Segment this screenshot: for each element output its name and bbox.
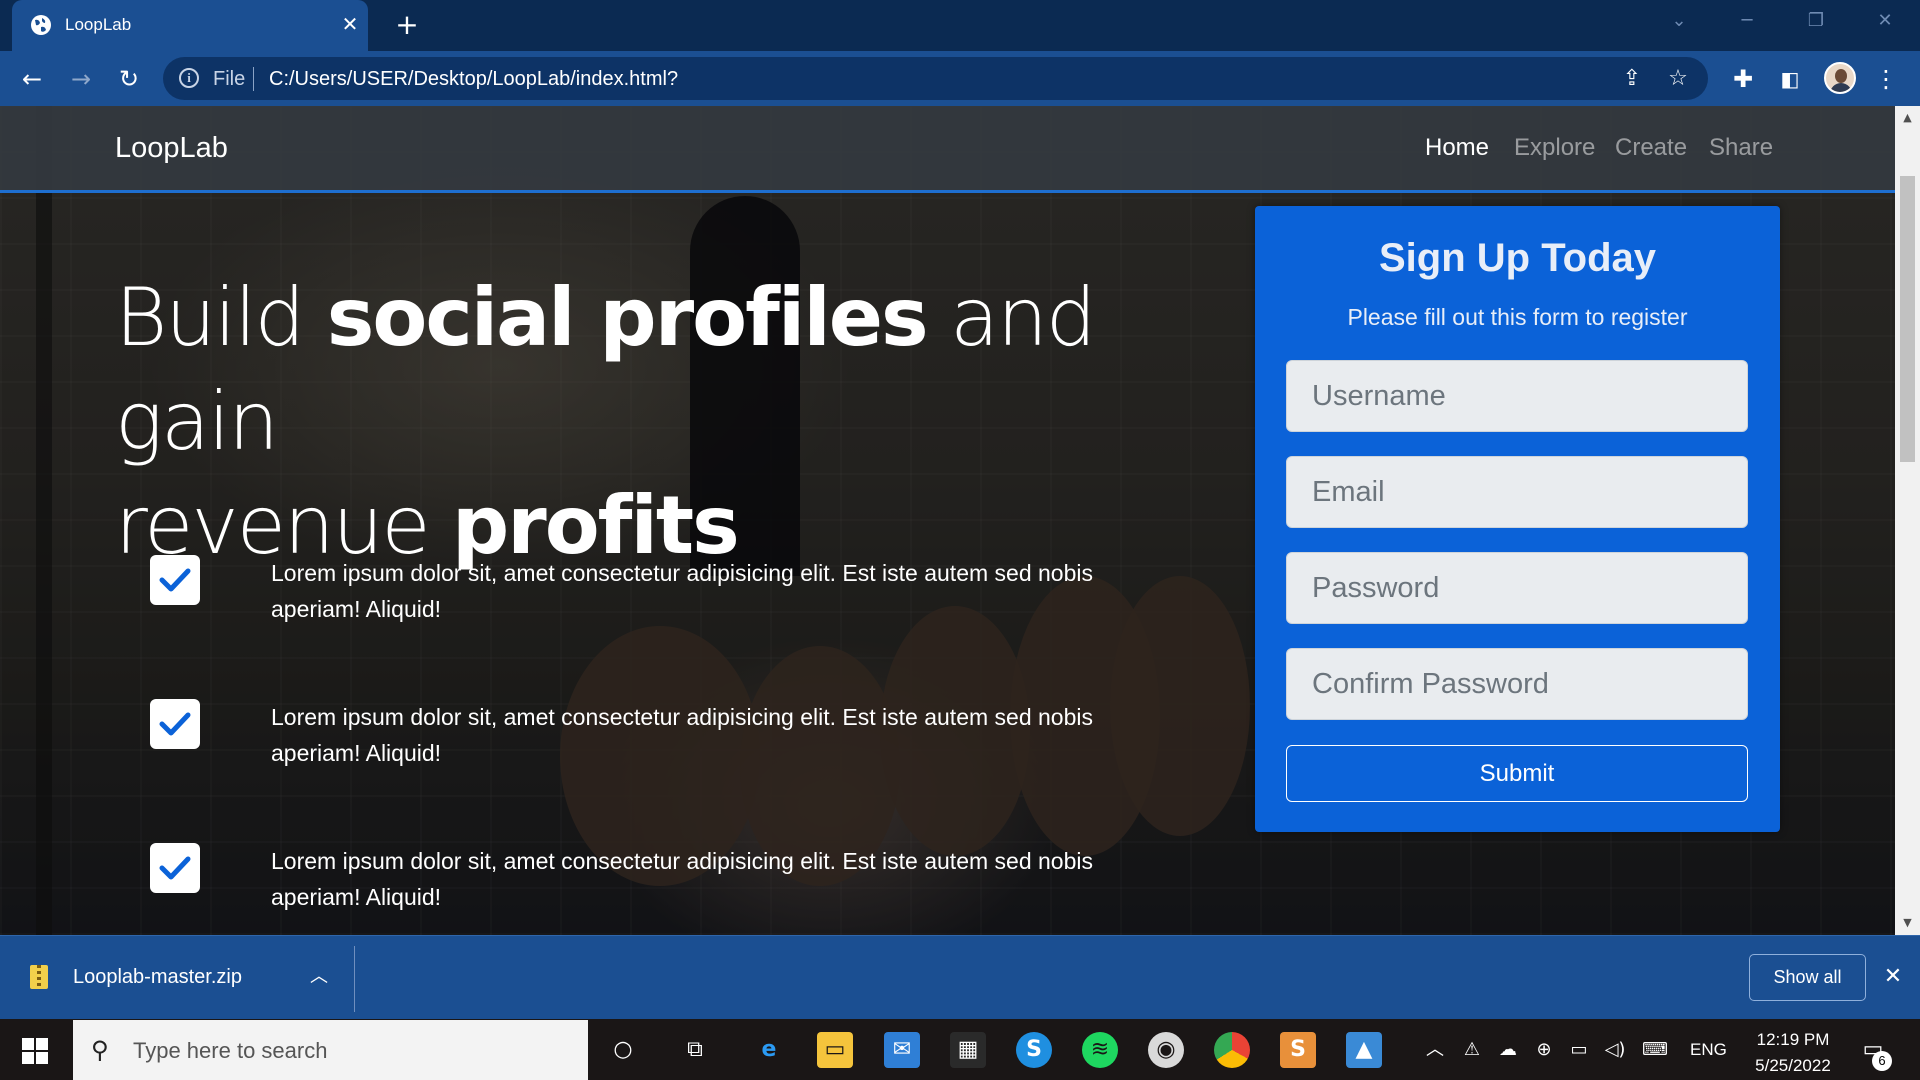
tray-chevron-icon[interactable]: ︿ (1422, 1037, 1448, 1063)
keyboard-icon[interactable]: ⌨ (1642, 1037, 1668, 1063)
search-icon: ⚲ (91, 1036, 109, 1064)
feature-text: Lorem ipsum dolor sit, amet consectetur … (271, 560, 1093, 622)
taskbar-search-box[interactable]: ⚲ Type here to search (73, 1020, 588, 1080)
spotify-icon[interactable]: ≋ (1082, 1032, 1118, 1068)
password-field[interactable] (1286, 552, 1748, 624)
clock-date: 5/25/2022 (1755, 1056, 1831, 1075)
photos-icon[interactable]: ▲ (1346, 1032, 1382, 1068)
file-explorer-icon[interactable]: ▭ (817, 1032, 853, 1068)
site-navbar: LoopLab Home Explore Create Share (0, 106, 1895, 193)
zip-file-icon (30, 965, 48, 989)
feature-text: Lorem ipsum dolor sit, amet consectetur … (271, 848, 1093, 910)
forward-arrow-icon[interactable]: → (65, 63, 97, 95)
username-field[interactable] (1286, 360, 1748, 432)
shelf-divider (354, 946, 355, 1012)
taskbar-clock[interactable]: 12:19 PM 5/25/2022 (1738, 1027, 1848, 1079)
avatar-body (1830, 83, 1852, 92)
tab-title: LoopLab (65, 15, 132, 34)
sublime-text-icon[interactable]: S (1280, 1032, 1316, 1068)
scroll-down-icon[interactable]: ▼ (1895, 913, 1920, 933)
onedrive-icon[interactable]: ☁ (1495, 1037, 1521, 1063)
browser-tabstrip: LoopLab ✕ + ⌄ ─ ❐ ✕ (0, 0, 1920, 51)
bookmark-star-icon[interactable]: ☆ (1665, 66, 1691, 92)
skype-icon[interactable]: S (1016, 1032, 1052, 1068)
store-icon[interactable]: ▦ (950, 1032, 986, 1068)
task-view-icon[interactable]: ⧉ (677, 1032, 713, 1068)
nav-link-share[interactable]: Share (1709, 134, 1773, 162)
signup-subtitle: Please fill out this form to register (1347, 304, 1688, 330)
signup-title: Sign Up Today (1378, 236, 1657, 280)
windows-start-icon[interactable] (22, 1038, 48, 1064)
address-bar[interactable]: i File C:/Users/USER/Desktop/LoopLab/ind… (163, 57, 1708, 100)
browser-toolbar: ← → ↻ i File C:/Users/USER/Desktop/LoopL… (0, 51, 1920, 106)
chevron-up-icon[interactable]: ︿ (306, 964, 332, 990)
language-indicator[interactable]: ENG (1690, 1040, 1727, 1060)
notification-badge: 6 (1872, 1051, 1892, 1071)
volume-icon[interactable]: ◁) (1602, 1037, 1628, 1063)
nav-link-explore[interactable]: Explore (1514, 134, 1595, 162)
feature-item: Lorem ipsum dolor sit, amet consectetur … (150, 555, 1150, 635)
page-viewport: LoopLab Home Explore Create Share Build … (0, 106, 1895, 935)
feature-item: Lorem ipsum dolor sit, amet consectetur … (150, 843, 1150, 923)
menu-kebab-icon[interactable]: ⋮ (1870, 63, 1902, 95)
hero-text: Build (115, 271, 327, 364)
checkmark-icon (150, 843, 200, 893)
checkmark-icon (150, 699, 200, 749)
signup-form: Sign Up Today Please fill out this form … (1255, 206, 1780, 832)
feature-item: Lorem ipsum dolor sit, amet consectetur … (150, 699, 1150, 779)
share-icon[interactable]: ⇪ (1619, 66, 1645, 92)
scroll-up-icon[interactable]: ▲ (1895, 108, 1920, 128)
close-window-button[interactable]: ✕ (1865, 6, 1905, 36)
hero-text-bold: social profiles (326, 271, 929, 364)
search-placeholder: Type here to search (133, 1038, 328, 1063)
network-icon[interactable]: ⊕ (1531, 1037, 1557, 1063)
site-brand[interactable]: LoopLab (115, 132, 228, 165)
email-field[interactable] (1286, 456, 1748, 528)
tab-search-icon[interactable]: ⌄ (1659, 6, 1699, 36)
avatar-head (1835, 69, 1847, 83)
reload-icon[interactable]: ↻ (113, 63, 145, 95)
back-arrow-icon[interactable]: ← (16, 63, 48, 95)
globe-icon (31, 15, 51, 35)
close-shelf-icon[interactable]: ✕ (1880, 962, 1906, 992)
new-tab-button[interactable]: + (392, 10, 422, 40)
close-tab-icon[interactable]: ✕ (338, 12, 362, 36)
battery-icon[interactable]: ▭ (1566, 1037, 1592, 1063)
nav-link-create[interactable]: Create (1615, 134, 1687, 162)
checkmark-icon (150, 555, 200, 605)
media-player-icon[interactable]: ◉ (1148, 1032, 1184, 1068)
download-shelf: Looplab-master.zip ︿ Show all ✕ (0, 935, 1920, 1019)
profile-avatar[interactable] (1824, 62, 1856, 94)
extensions-icon[interactable]: ✚ (1727, 63, 1759, 95)
minimize-button[interactable]: ─ (1727, 6, 1767, 36)
confirm-password-field[interactable] (1286, 648, 1748, 720)
nav-link-home[interactable]: Home (1425, 134, 1489, 162)
address-divider (253, 67, 254, 91)
cortana-icon[interactable]: ○ (605, 1032, 641, 1068)
side-panel-icon[interactable]: ◧ (1774, 63, 1806, 95)
url-scheme: File (213, 68, 246, 90)
browser-tab[interactable]: LoopLab ✕ (12, 0, 368, 51)
scrollbar-thumb[interactable] (1900, 176, 1915, 462)
feature-text: Lorem ipsum dolor sit, amet consectetur … (271, 704, 1093, 766)
show-all-button[interactable]: Show all (1749, 954, 1866, 1001)
url-text[interactable]: C:/Users/USER/Desktop/LoopLab/index.html… (269, 68, 678, 91)
chrome-icon[interactable] (1214, 1032, 1250, 1068)
clock-time: 12:19 PM (1756, 1030, 1830, 1049)
page-scrollbar[interactable]: ▲ ▼ (1895, 106, 1920, 935)
windows-taskbar: ⚲ Type here to search ○ ⧉ e ▭ ✉ ▦ S ≋ ◉ … (0, 1019, 1920, 1080)
download-filename[interactable]: Looplab-master.zip (73, 966, 242, 989)
submit-button[interactable]: Submit (1286, 745, 1748, 802)
warning-icon[interactable]: ⚠ (1459, 1037, 1485, 1063)
edge-icon[interactable]: e (751, 1032, 787, 1068)
hero-heading: Build social profiles and gain revenue pr… (115, 266, 1165, 578)
restore-button[interactable]: ❐ (1796, 6, 1836, 36)
info-icon[interactable]: i (179, 68, 199, 88)
mail-icon[interactable]: ✉ (884, 1032, 920, 1068)
